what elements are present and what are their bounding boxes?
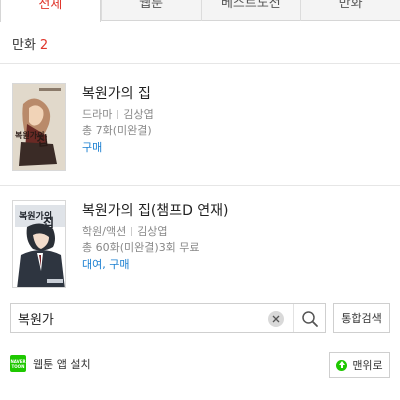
- tab-webtoon[interactable]: 웹툰: [100, 0, 201, 21]
- back-to-top-label: 맨위로: [352, 359, 383, 372]
- list-item[interactable]: 집 복원가의 복원가의 집 드라마 김상엽 총 7화(미완결) 구매: [12, 83, 388, 173]
- episode-info: 총 60화(미완결)3회 무료: [82, 240, 382, 256]
- author[interactable]: 김상엽: [137, 225, 167, 238]
- comic-meta: 학원/액션 김상엽: [82, 224, 382, 240]
- search-button[interactable]: [299, 308, 321, 330]
- result-info: 복원가의 집(챔프D 연재) 학원/액션 김상엽 총 60화(미완결)3회 무료 …: [82, 202, 382, 273]
- genre: 드라마: [82, 108, 113, 121]
- tab-label: 전체: [38, 0, 63, 12]
- divider: [0, 185, 400, 186]
- tab-best-challenge[interactable]: 베스트도전: [200, 0, 301, 21]
- app-install-link[interactable]: NAVER TOON 웹툰 앱 설치: [10, 355, 91, 372]
- episode-count: 총 60화(미완결): [82, 241, 159, 254]
- divider: [0, 63, 400, 64]
- search-input[interactable]: [11, 304, 261, 332]
- episode-count: 총 7화(미완결): [82, 124, 152, 137]
- divider: [293, 304, 294, 332]
- author[interactable]: 김상엽: [123, 108, 153, 121]
- search-icon: [302, 311, 318, 327]
- result-count: 2: [39, 38, 49, 53]
- logo-text: TOON: [11, 363, 25, 369]
- category-tabs: 전체 웹툰 베스트도전 만화: [0, 0, 400, 22]
- close-icon: [272, 315, 280, 323]
- list-item[interactable]: 복원가의 집 복원가의 집(챔프D 연재) 학원/액션 김상엽 총 60화(미완결…: [12, 200, 388, 290]
- comic-meta: 드라마 김상엽: [82, 107, 382, 123]
- svg-text:복원가의: 복원가의: [15, 130, 44, 140]
- tab-label: 웹툰: [139, 0, 164, 11]
- tab-all[interactable]: 전체: [0, 0, 101, 22]
- clear-search-button[interactable]: [268, 311, 284, 327]
- tab-label: 베스트도전: [220, 0, 281, 11]
- divider: [131, 227, 133, 236]
- result-info: 복원가의 집 드라마 김상엽 총 7화(미완결) 구매: [82, 85, 382, 156]
- tab-comics[interactable]: 만화: [300, 0, 400, 21]
- back-to-top-button[interactable]: 맨위로: [329, 352, 390, 378]
- combined-search-button[interactable]: 통합검색: [333, 303, 390, 333]
- comic-title[interactable]: 복원가의 집(챔프D 연재): [82, 202, 382, 220]
- search-box: [10, 303, 326, 333]
- app-install-label: 웹툰 앱 설치: [33, 357, 91, 371]
- free-episodes: 3회 무료: [158, 241, 200, 254]
- purchase-link[interactable]: 구매: [82, 140, 382, 156]
- section-header: 만화 2: [12, 34, 48, 53]
- tab-label: 만화: [338, 0, 363, 11]
- arrow-up-icon: [336, 359, 348, 371]
- genre: 학원/액션: [82, 225, 127, 238]
- rent-purchase-link[interactable]: 대여, 구매: [82, 257, 382, 273]
- comic-title[interactable]: 복원가의 집: [82, 85, 382, 103]
- section-title: 만화: [12, 38, 36, 53]
- comic-cover-image[interactable]: 복원가의 집: [12, 200, 66, 288]
- comic-cover-image[interactable]: 집 복원가의: [12, 83, 66, 171]
- divider: [117, 110, 119, 119]
- webtoon-app-icon: NAVER TOON: [10, 355, 26, 372]
